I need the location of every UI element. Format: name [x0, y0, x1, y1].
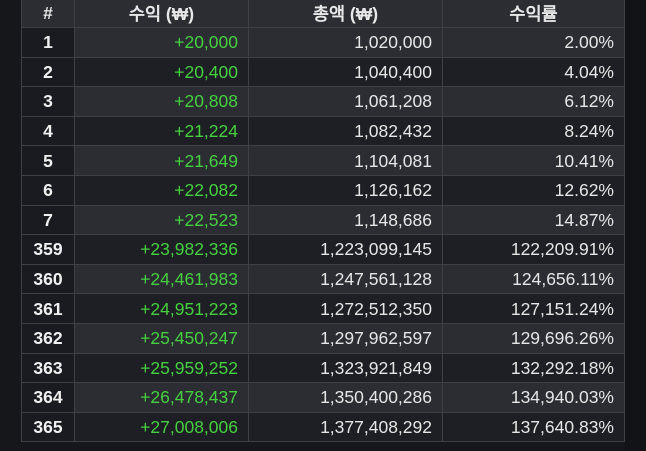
header-index: #	[21, 0, 75, 28]
row-profit: +24,461,983	[74, 263, 249, 295]
row-rate: 122,209.91%	[442, 234, 625, 265]
table-body: 1 +20,000 1,020,000 2.00% 2 +20,400 1,040,400 4…	[21, 27, 625, 443]
page: # 수익 (₩) 총액 (₩) 수익률 1 +20,000 1,020,000 2.0…	[0, 0, 646, 451]
row-rate: 127,151.24%	[442, 293, 625, 324]
row-profit: +22,523	[74, 204, 249, 236]
row-total: 1,247,561,128	[248, 263, 443, 295]
row-total: 1,148,686	[248, 204, 443, 236]
row-rate: 12.62%	[442, 174, 625, 206]
row-profit: +25,959,252	[74, 352, 249, 384]
row-total: 1,126,162	[248, 174, 443, 206]
row-index: 2	[21, 56, 75, 88]
row-index: 3	[21, 86, 75, 117]
table-row: 364 +26,478,437 1,350,400,286 134,940.03%	[21, 382, 625, 413]
page-edge	[625, 0, 646, 451]
row-total: 1,297,962,597	[248, 322, 443, 354]
row-total: 1,040,400	[248, 56, 443, 88]
table-row: 6 +22,082 1,126,162 12.62%	[21, 174, 625, 206]
table-row: 365 +27,008,006 1,377,408,292 137,640.83%	[21, 411, 625, 443]
row-profit: +24,951,223	[74, 293, 249, 324]
row-profit: +20,400	[74, 56, 249, 88]
row-rate: 124,656.11%	[442, 263, 625, 295]
row-rate: 4.04%	[442, 56, 625, 88]
row-index: 1	[21, 27, 75, 58]
table-row: 363 +25,959,252 1,323,921,849 132,292.18%	[21, 352, 625, 384]
table-row: 4 +21,224 1,082,432 8.24%	[21, 115, 625, 147]
row-rate: 137,640.83%	[442, 411, 625, 443]
table-row: 360 +24,461,983 1,247,561,128 124,656.11%	[21, 263, 625, 295]
table-row: 362 +25,450,247 1,297,962,597 129,696.26%	[21, 322, 625, 354]
row-total: 1,377,408,292	[248, 411, 443, 443]
row-index: 364	[21, 382, 75, 413]
table-row: 2 +20,400 1,040,400 4.04%	[21, 56, 625, 88]
row-index: 6	[21, 174, 75, 206]
row-profit: +20,808	[74, 86, 249, 117]
row-rate: 6.12%	[442, 86, 625, 117]
row-rate: 129,696.26%	[442, 322, 625, 354]
table-header: # 수익 (₩) 총액 (₩) 수익률	[21, 0, 625, 28]
row-index: 360	[21, 263, 75, 295]
row-total: 1,104,081	[248, 145, 443, 176]
row-index: 4	[21, 115, 75, 147]
header-total: 총액 (₩)	[248, 0, 443, 28]
row-profit: +27,008,006	[74, 411, 249, 443]
row-profit: +26,478,437	[74, 382, 249, 413]
table-row: 359 +23,982,336 1,223,099,145 122,209.91%	[21, 234, 625, 265]
header-rate: 수익률	[442, 0, 625, 28]
row-total: 1,223,099,145	[248, 234, 443, 265]
row-index: 361	[21, 293, 75, 324]
row-rate: 132,292.18%	[442, 352, 625, 384]
row-profit: +21,224	[74, 115, 249, 147]
row-profit: +21,649	[74, 145, 249, 176]
row-rate: 134,940.03%	[442, 382, 625, 413]
row-rate: 2.00%	[442, 27, 625, 58]
row-profit: +20,000	[74, 27, 249, 58]
row-rate: 10.41%	[442, 145, 625, 176]
row-profit: +22,082	[74, 174, 249, 206]
row-index: 7	[21, 204, 75, 236]
table-row: 1 +20,000 1,020,000 2.00%	[21, 27, 625, 58]
row-profit: +25,450,247	[74, 322, 249, 354]
row-index: 359	[21, 234, 75, 265]
table-row: 5 +21,649 1,104,081 10.41%	[21, 145, 625, 176]
compound-interest-table: # 수익 (₩) 총액 (₩) 수익률 1 +20,000 1,020,000 2.0…	[21, 0, 625, 443]
row-total: 1,082,432	[248, 115, 443, 147]
row-index: 362	[21, 322, 75, 354]
table-row: 3 +20,808 1,061,208 6.12%	[21, 86, 625, 117]
row-rate: 14.87%	[442, 204, 625, 236]
table-row: 7 +22,523 1,148,686 14.87%	[21, 204, 625, 236]
row-total: 1,272,512,350	[248, 293, 443, 324]
header-profit: 수익 (₩)	[74, 0, 249, 28]
row-total: 1,350,400,286	[248, 382, 443, 413]
row-profit: +23,982,336	[74, 234, 249, 265]
header-row: # 수익 (₩) 총액 (₩) 수익률	[21, 0, 625, 28]
table-row: 361 +24,951,223 1,272,512,350 127,151.24%	[21, 293, 625, 324]
row-total: 1,061,208	[248, 86, 443, 117]
row-total: 1,020,000	[248, 27, 443, 58]
row-index: 365	[21, 411, 75, 443]
row-index: 5	[21, 145, 75, 176]
row-total: 1,323,921,849	[248, 352, 443, 384]
row-rate: 8.24%	[442, 115, 625, 147]
row-index: 363	[21, 352, 75, 384]
